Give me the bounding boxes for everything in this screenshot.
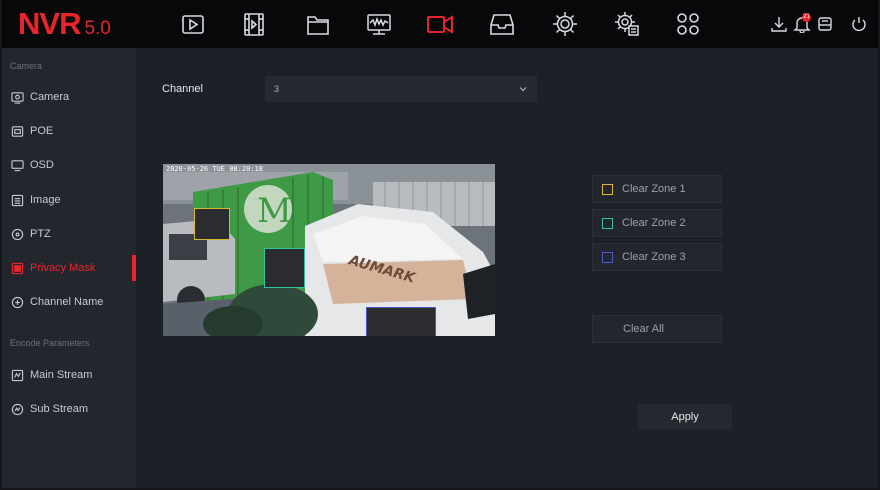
grid-icon[interactable]	[673, 9, 703, 39]
top-bar: NVR 5.0 21	[2, 0, 878, 48]
sidebar-item-privacy-mask[interactable]: Privacy Mask	[2, 255, 136, 281]
clear-zone-2-button[interactable]: Clear Zone 2	[592, 209, 722, 237]
sidebar-item-label: Channel Name	[30, 296, 104, 308]
clear-zone-3-label: Clear Zone 3	[622, 251, 686, 263]
notification-icon[interactable]: 21	[793, 13, 811, 34]
clear-zone-2-label: Clear Zone 2	[622, 217, 686, 229]
mask-zone-3[interactable]	[366, 307, 436, 336]
sidebar-item-label: Sub Stream	[30, 403, 89, 415]
sidebar-item-osd[interactable]: OSD	[2, 152, 136, 178]
channel-name-icon	[10, 295, 24, 309]
camera-icon[interactable]	[425, 9, 455, 39]
sidebar-item-image[interactable]: Image	[2, 187, 136, 213]
main-stream-icon	[10, 368, 24, 382]
download-icon[interactable]	[770, 15, 788, 33]
sidebar-item-channel-name[interactable]: Channel Name	[2, 289, 136, 315]
app-window: NVR 5.0 21 Camera Camera POE OSD Image P…	[2, 0, 878, 488]
ptz-icon	[10, 227, 24, 241]
sidebar-item-main-stream[interactable]: Main Stream	[2, 362, 136, 388]
sidebar: Camera Camera POE OSD Image PTZ Privacy …	[2, 48, 136, 488]
zone-2-color-swatch	[602, 217, 613, 229]
container-logo-text: M	[257, 191, 292, 231]
power-icon[interactable]	[850, 15, 868, 33]
clear-zone-1-label: Clear Zone 1	[622, 183, 686, 195]
sidebar-item-label: Image	[30, 194, 61, 206]
osd-timestamp: 2020-05-26 TUE 08:20:18	[166, 165, 263, 173]
video-clip-icon[interactable]	[239, 9, 269, 39]
sidebar-item-sub-stream[interactable]: Sub Stream	[2, 396, 136, 422]
folder-icon[interactable]	[303, 9, 333, 39]
camera-preview[interactable]: M AUMARK 2020-05-26 TUE 08:20:18	[163, 164, 495, 336]
sidebar-item-ptz[interactable]: PTZ	[2, 221, 136, 247]
sidebar-item-label: POE	[30, 125, 54, 137]
preview-scene: M AUMARK 2020-05-26 TUE 08:20:18	[163, 164, 495, 336]
chevron-down-icon	[519, 87, 527, 92]
privacy-mask-icon	[10, 261, 24, 275]
apply-button[interactable]: Apply	[638, 404, 732, 430]
settings-icon[interactable]	[550, 9, 580, 39]
logo-version: 5.0	[84, 18, 111, 39]
inbox-icon[interactable]	[487, 9, 517, 39]
clear-all-button[interactable]: Clear All	[592, 315, 722, 343]
zone-3-color-swatch	[602, 251, 613, 263]
notification-badge: 21	[802, 13, 811, 22]
clear-all-label: Clear All	[623, 323, 664, 335]
camera-icon	[10, 90, 24, 104]
playback-icon[interactable]	[178, 9, 208, 39]
sub-stream-icon	[10, 402, 24, 416]
sidebar-item-label: Privacy Mask	[30, 262, 96, 274]
advanced-settings-icon[interactable]	[612, 9, 642, 39]
sidebar-item-label: PTZ	[30, 228, 51, 240]
zone-1-color-swatch	[602, 183, 613, 195]
mask-zone-2[interactable]	[264, 248, 305, 288]
sidebar-item-poe[interactable]: POE	[2, 118, 136, 144]
osd-icon	[10, 158, 24, 172]
logo: NVR 5.0	[18, 6, 111, 42]
section-encode: Encode Parameters	[10, 338, 90, 348]
clear-zone-3-button[interactable]: Clear Zone 3	[592, 243, 722, 271]
monitor-signal-icon[interactable]	[364, 9, 394, 39]
clear-zone-1-button[interactable]: Clear Zone 1	[592, 175, 722, 203]
mask-zone-1[interactable]	[194, 208, 230, 240]
channel-label: Channel	[162, 83, 203, 95]
storage-icon[interactable]	[816, 15, 834, 33]
sidebar-item-label: OSD	[30, 159, 54, 171]
main-content: Channel 3 M AUMARK 2020-05-26 TUE 08:20:…	[136, 48, 878, 488]
sidebar-item-camera[interactable]: Camera	[2, 84, 136, 110]
channel-value: 3	[274, 84, 280, 94]
sidebar-item-label: Camera	[30, 91, 70, 103]
sidebar-item-label: Main Stream	[30, 369, 93, 381]
poe-icon	[10, 124, 24, 138]
logo-brand: NVR	[18, 6, 81, 41]
channel-select[interactable]: 3	[265, 76, 537, 102]
image-icon	[10, 193, 24, 207]
section-camera: Camera	[10, 61, 43, 71]
